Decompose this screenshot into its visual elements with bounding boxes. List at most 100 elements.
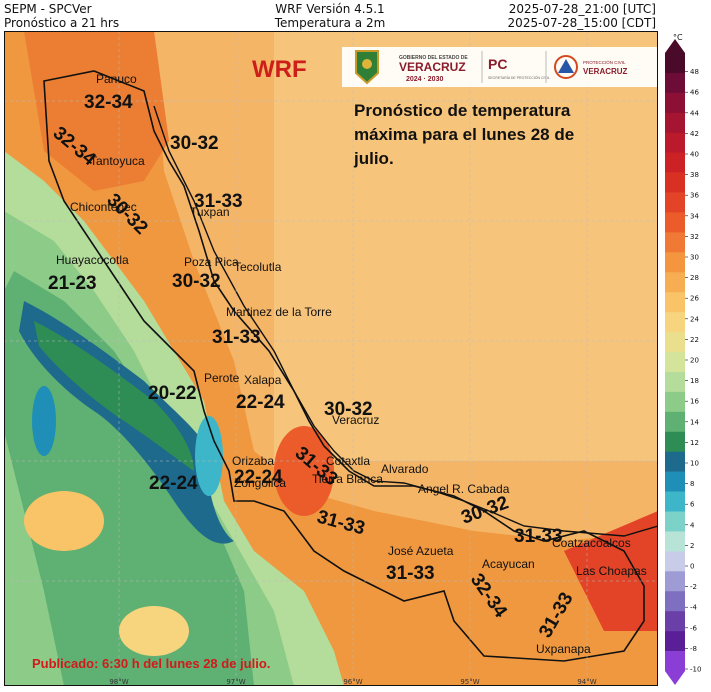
pcv-top-text: PROTECCIÓN CIVIL bbox=[583, 59, 626, 65]
colorbar-swatch bbox=[665, 391, 685, 413]
colorbar-tick-label: 42 bbox=[690, 130, 699, 138]
colorbar-swatch bbox=[665, 112, 685, 134]
colorbar-tick-label: 6 bbox=[690, 501, 695, 509]
colorbar-tick-label: 4 bbox=[690, 521, 695, 529]
colorbar-tick-label: 28 bbox=[690, 274, 699, 282]
utc-time-label: 2025-07-28_21:00 [UTC] bbox=[508, 2, 656, 16]
cold-spot-1 bbox=[32, 386, 56, 456]
range-martinez: 31-33 bbox=[212, 327, 261, 348]
colorbar-swatch bbox=[665, 651, 685, 672]
forecast-text-line-1: Pronóstico de temperatura bbox=[354, 101, 571, 120]
temperature-colorbar: °C 4846444240383634323028262422201816141… bbox=[665, 33, 701, 685]
colorbar-ticks: 4846444240383634323028262422201816141210… bbox=[685, 68, 701, 674]
colorbar-swatch bbox=[665, 611, 685, 632]
range-poza-rica: 30-32 bbox=[172, 271, 221, 292]
city-martinez: Martinez de la Torre bbox=[226, 305, 332, 319]
colorbar-swatches bbox=[665, 39, 685, 685]
colorbar-tick-label: 2 bbox=[690, 542, 694, 550]
lon-tick-97w: 97°W bbox=[226, 678, 245, 686]
city-acayucan: Acayucan bbox=[482, 557, 535, 571]
city-tecolutla: Tecolutla bbox=[234, 260, 282, 274]
colorbar-tick-label: -10 bbox=[690, 666, 701, 674]
lon-tick-94w: 94°W bbox=[577, 678, 596, 686]
colorbar-min-extend bbox=[665, 671, 685, 685]
colorbar-tick-label: -6 bbox=[690, 624, 698, 632]
colorbar-tick-label: 40 bbox=[690, 151, 699, 159]
colorbar-swatch bbox=[665, 192, 685, 213]
colorbar-tick-label: 14 bbox=[690, 418, 699, 426]
colorbar-swatch bbox=[665, 591, 685, 612]
colorbar-swatch bbox=[665, 431, 685, 453]
colorbar-tick-label: 20 bbox=[690, 357, 699, 365]
colorbar-tick-label: 30 bbox=[690, 254, 699, 262]
range-zongolica: 22-24 bbox=[149, 473, 198, 494]
city-coatzacoalcos: Coatzacoalcos bbox=[552, 536, 631, 550]
city-alvarado: Alvarado bbox=[381, 462, 429, 476]
colorbar-tick-label: 48 bbox=[690, 68, 699, 76]
colorbar-swatch bbox=[665, 551, 685, 572]
colorbar-tick-label: -8 bbox=[690, 645, 697, 653]
published-note: Publicado: 6:30 h del lunes 28 de julio. bbox=[32, 656, 270, 671]
lon-tick-96w: 96°W bbox=[343, 678, 362, 686]
cdt-time-label: 2025-07-28_15:00 [CDT] bbox=[507, 16, 656, 30]
colorbar-swatch bbox=[665, 212, 685, 233]
colorbar-swatch bbox=[665, 451, 685, 472]
colorbar-swatch bbox=[665, 411, 685, 433]
warm-valley-west bbox=[24, 491, 104, 551]
colorbar-swatch bbox=[665, 571, 685, 592]
logos-panel: GOBIERNO DEL ESTADO DE VERACRUZ 2024 · 2… bbox=[342, 47, 658, 87]
range-coatzacoalcos: 31-33 bbox=[514, 526, 563, 547]
temperature-map: WRF GOBIERNO DEL ESTADO DE VERACRUZ 2024… bbox=[4, 31, 658, 686]
forecast-text-line-3: julio. bbox=[353, 149, 394, 168]
city-las-choapas: Las Choapas bbox=[576, 564, 647, 578]
colorbar-tick-label: 18 bbox=[690, 377, 699, 385]
range-tuxpan: 31-33 bbox=[194, 191, 243, 212]
city-perote: Perote bbox=[204, 371, 240, 385]
colorbar-tick-label: 24 bbox=[690, 315, 699, 323]
colorbar-swatch bbox=[665, 152, 685, 173]
colorbar-swatch bbox=[665, 53, 685, 74]
colorbar-swatch bbox=[665, 312, 685, 333]
colorbar-swatch bbox=[665, 232, 685, 253]
colorbar-swatch bbox=[665, 72, 685, 94]
colorbar-tick-label: 46 bbox=[690, 89, 699, 97]
colorbar-tick-label: 38 bbox=[690, 171, 699, 179]
colorbar-tick-label: -4 bbox=[690, 604, 698, 612]
colorbar-tick-label: -2 bbox=[690, 583, 697, 591]
city-xalapa: Xalapa bbox=[244, 373, 282, 387]
colorbar-swatch bbox=[665, 92, 685, 114]
wrf-label: WRF bbox=[252, 56, 307, 83]
colorbar-swatch bbox=[665, 292, 685, 313]
range-orizaba: 22-24 bbox=[234, 467, 283, 488]
colorbar-tick-label: 16 bbox=[690, 398, 699, 406]
range-perote: 20-22 bbox=[148, 383, 197, 404]
city-huayacocotla: Huayacocotla bbox=[56, 253, 129, 267]
colorbar-tick-label: 36 bbox=[690, 192, 699, 200]
city-orizaba: Orizaba bbox=[232, 454, 274, 468]
colorbar-swatch bbox=[665, 631, 685, 652]
colorbar-tick-label: 0 bbox=[690, 563, 694, 571]
range-jose-azueta: 31-33 bbox=[386, 563, 435, 584]
colorbar-swatch bbox=[665, 352, 685, 373]
city-jose-azueta: José Azueta bbox=[388, 544, 454, 558]
range-tampico-coast: 30-32 bbox=[170, 133, 219, 154]
colorbar-swatch bbox=[665, 511, 685, 532]
colorbar-swatch bbox=[665, 132, 685, 153]
city-angel-cabada: Angel R. Cabada bbox=[418, 482, 510, 496]
colorbar-tick-label: 22 bbox=[690, 336, 699, 344]
colorbar-tick-label: 32 bbox=[690, 233, 699, 241]
range-xalapa: 22-24 bbox=[236, 392, 285, 413]
warm-valley-south bbox=[119, 606, 189, 656]
colorbar-swatch bbox=[665, 371, 685, 393]
colorbar-tick-label: 34 bbox=[690, 212, 699, 220]
city-tantoyuca: Tantoyuca bbox=[90, 154, 145, 168]
colorbar-tick-label: 12 bbox=[690, 439, 699, 447]
colorbar-swatch bbox=[665, 252, 685, 273]
colorbar-swatch bbox=[665, 332, 685, 353]
colorbar-tick-label: 44 bbox=[690, 109, 699, 117]
gulf-cooler-zone bbox=[274, 31, 658, 461]
lon-tick-95w: 95°W bbox=[460, 678, 479, 686]
colorbar-swatch bbox=[665, 531, 685, 552]
forecast-text-line-2: máxima para el lunes 28 de bbox=[354, 125, 574, 144]
city-poza-rica: Poza Rica bbox=[184, 255, 239, 269]
